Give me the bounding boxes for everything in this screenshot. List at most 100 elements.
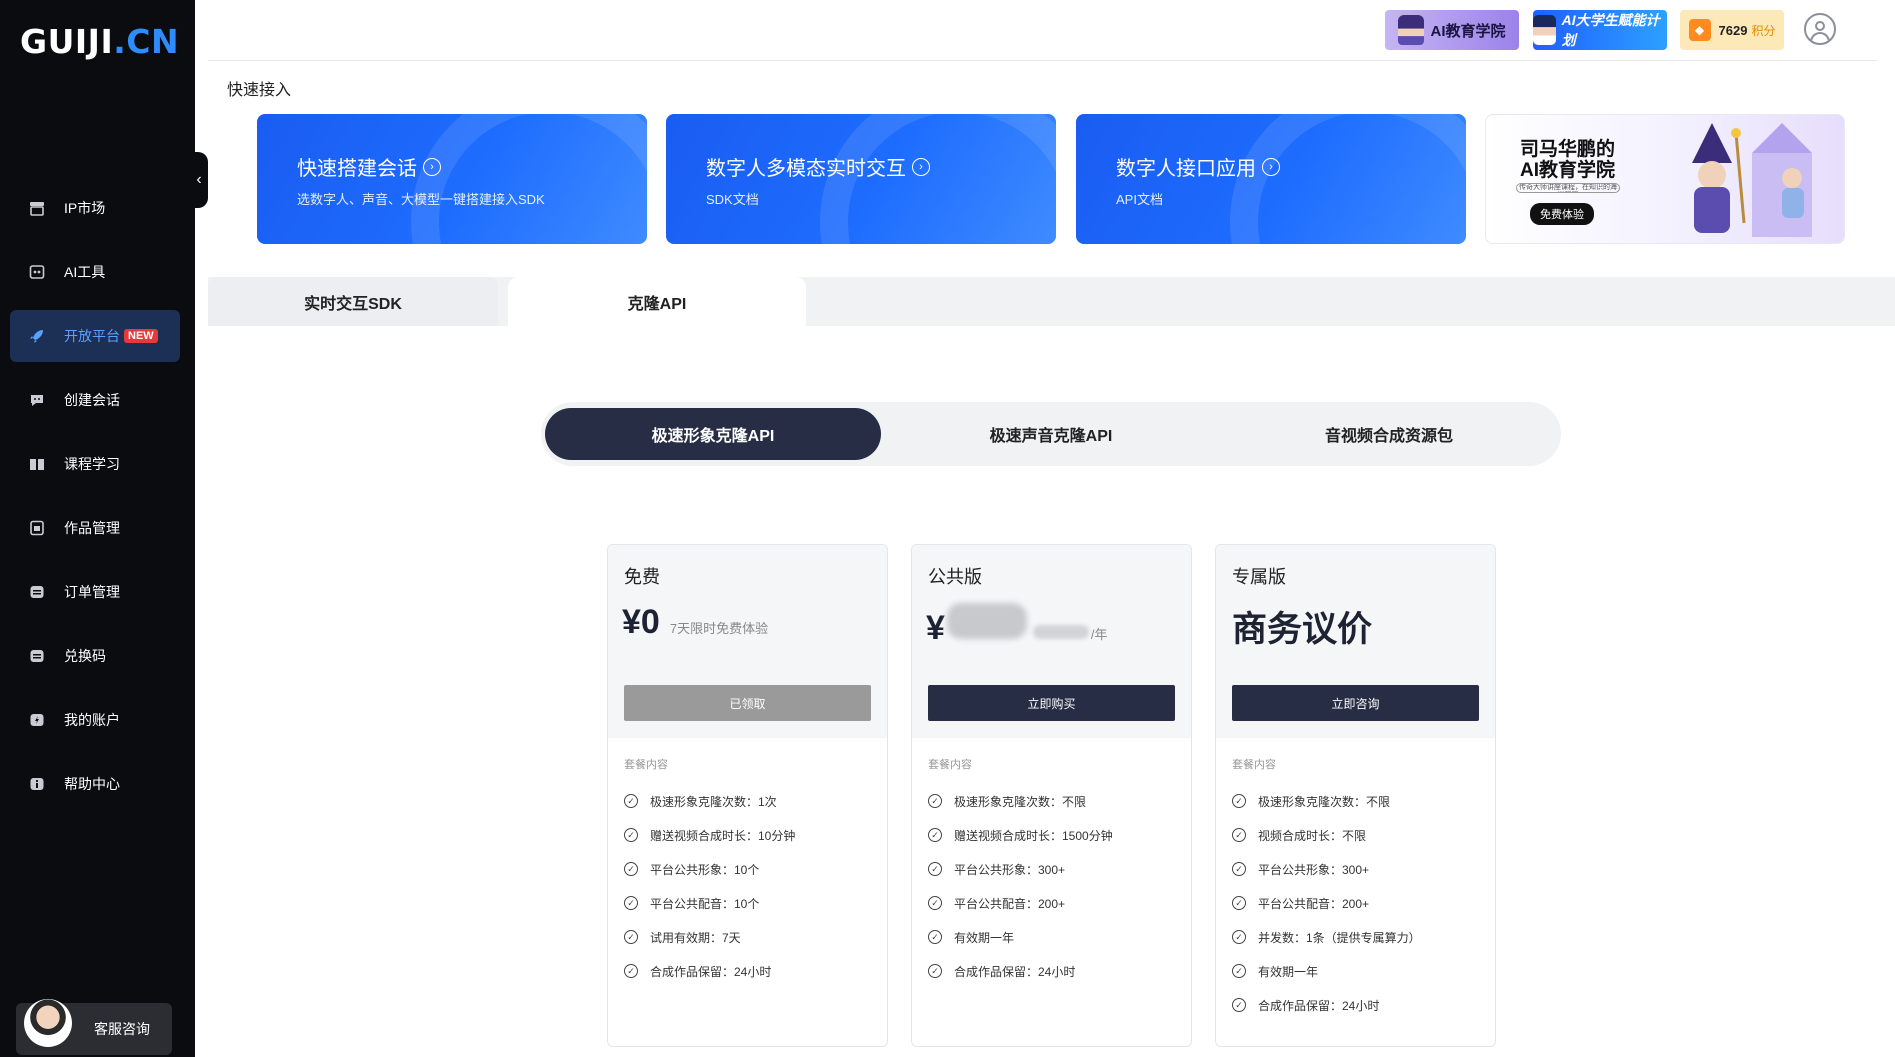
promo-subtitle: 传奇大师讲座课程，在知识的海洋翱翔 <box>1516 183 1620 193</box>
multimodal-interaction-card[interactable]: 数字人多模态实时交互 › SDK文档 <box>666 114 1056 244</box>
plan-name: 免费 <box>624 567 660 587</box>
new-badge: NEW <box>124 329 158 343</box>
points-unit: 积分 <box>1751 23 1776 38</box>
diamond-icon: ◆ <box>1688 19 1711 41</box>
list-item: ✓ 平台公共配音：200+ <box>928 886 1191 920</box>
consult-now-button[interactable]: 立即咨询 <box>1232 685 1479 721</box>
plan-name: 专属版 <box>1232 567 1286 587</box>
plan-card-free: 免费 ¥0 7天限时免费体验 已领取 套餐内容 ✓ 极速形象克隆次数：1次 ✓ 赠送… <box>607 544 888 1047</box>
list-item: ✓ 有效期一年 <box>1232 954 1495 988</box>
sidebar-item-orders[interactable]: 订单管理 <box>10 566 180 618</box>
sidebar-item-label: 作品管理 <box>64 520 120 536</box>
buy-now-button[interactable]: 立即购买 <box>928 685 1175 721</box>
card-title: 数字人多模态实时交互 <box>706 158 906 180</box>
sidebar-item-my-account[interactable]: 我的账户 <box>10 694 180 746</box>
sidebar-item-help-center[interactable]: 帮助中心 <box>10 758 180 810</box>
user-avatar-icon[interactable] <box>1804 13 1836 45</box>
segment-fast-voice-clone[interactable]: 极速声音克隆API <box>883 408 1219 460</box>
ticket-icon <box>28 647 46 665</box>
check-circle-icon: ✓ <box>1232 998 1246 1012</box>
sidebar-item-create-session[interactable]: 创建会话 <box>10 374 180 426</box>
feature-text: 平台公共形象：300+ <box>954 862 1066 877</box>
blurred-price-detail <box>1032 625 1089 639</box>
feature-text: 极速形象克隆次数：不限 <box>1258 794 1391 809</box>
list-item: ✓ 合成作品保留：24小时 <box>1232 988 1495 1022</box>
header-divider <box>208 60 1877 61</box>
guiji-logo[interactable]: GUIJI.CN <box>20 22 179 61</box>
list-item: ✓ 有效期一年 <box>928 920 1191 954</box>
sidebar-item-works[interactable]: 作品管理 <box>10 502 180 554</box>
sidebar-item-label: 我的账户 <box>64 712 120 728</box>
ai-academy-banner-button[interactable]: AI教育学院 <box>1385 10 1519 50</box>
segment-av-synthesis-pack[interactable]: 音视频合成资源包 <box>1221 408 1557 460</box>
ai-student-program-button[interactable]: AI大学生赋能计划 <box>1533 10 1667 50</box>
sidebar-item-ip-market[interactable]: IP市场 <box>10 182 180 234</box>
quick-access-title: 快速接入 <box>227 82 292 99</box>
ai-student-program-label: AI大学生赋能计划 <box>1561 12 1660 48</box>
list-item: ✓ 平台公共形象：10个 <box>624 852 887 886</box>
sidebar-item-courses[interactable]: 课程学习 <box>10 438 180 490</box>
check-circle-icon: ✓ <box>1232 964 1246 978</box>
card-subtitle: 选数字人、声音、大模型一键搭建接入SDK <box>297 192 545 207</box>
points-value: 7629 <box>1718 22 1748 38</box>
card-title: 快速搭建会话 <box>297 158 417 180</box>
ai-academy-label: AI教育学院 <box>1430 22 1506 40</box>
card-subtitle: SDK文档 <box>706 192 759 207</box>
promo-title: 司马华鹏的 AI教育学院 <box>1520 139 1615 181</box>
plan-price-note: 7天限时免费体验 <box>669 621 769 636</box>
check-circle-icon: ✓ <box>928 794 942 808</box>
digital-human-api-card[interactable]: 数字人接口应用 › API文档 <box>1076 114 1466 244</box>
plan-card-exclusive: 专属版 商务议价 立即咨询 套餐内容 ✓ 极速形象克隆次数：不限 ✓ 视频合成时长：… <box>1215 544 1496 1047</box>
free-trial-button[interactable]: 免费体验 <box>1530 203 1594 225</box>
order-icon <box>28 583 46 601</box>
chevron-left-icon: ‹ <box>196 171 202 188</box>
book-icon <box>28 455 46 473</box>
card-title: 数字人接口应用 <box>1116 158 1256 180</box>
check-circle-icon: ✓ <box>624 896 638 910</box>
segment-fast-avatar-clone[interactable]: 极速形象克隆API <box>545 408 881 460</box>
claimed-button[interactable]: 已领取 <box>624 685 871 721</box>
plan-feature-list: 套餐内容 ✓ 极速形象克隆次数：不限 ✓ 视频合成时长：不限 ✓ 平台公共形象：300… <box>1216 738 1495 1022</box>
plan-feature-list: 套餐内容 ✓ 极速形象克隆次数：1次 ✓ 赠送视频合成时长：10分钟 ✓ 平台公共形象… <box>608 738 887 988</box>
list-item: ✓ 视频合成时长：不限 <box>1232 818 1495 852</box>
feature-text: 赠送视频合成时长：1500分钟 <box>954 828 1113 843</box>
check-circle-icon: ✓ <box>928 964 942 978</box>
check-circle-icon: ✓ <box>624 862 638 876</box>
check-circle-icon: ✓ <box>624 828 638 842</box>
info-icon <box>28 775 46 793</box>
arrow-right-circle-icon: › <box>1262 157 1280 176</box>
points-balance-button[interactable]: ◆ 7629 积分 <box>1680 10 1784 50</box>
student-icon <box>1533 15 1556 45</box>
sidebar-item-label: 创建会话 <box>64 392 120 408</box>
check-circle-icon: ✓ <box>928 896 942 910</box>
plan-contents-title: 套餐内容 <box>928 759 972 771</box>
feature-text: 极速形象克隆次数：不限 <box>954 794 1087 809</box>
promo-title-line1: 司马华鹏的 <box>1520 139 1616 160</box>
ai-academy-promo-banner[interactable]: 司马华鹏的 AI教育学院 传奇大师讲座课程，在知识的海洋翱翔 免费体验 <box>1485 114 1845 244</box>
feature-text: 平台公共配音：200+ <box>954 896 1066 911</box>
arrow-right-circle-icon: › <box>912 157 930 176</box>
feature-text: 赠送视频合成时长：10分钟 <box>650 828 796 843</box>
avatar-head <box>1815 21 1825 31</box>
feature-text: 并发数：1条（提供专属算力） <box>1258 930 1421 945</box>
feature-text: 平台公共配音：10个 <box>650 896 760 911</box>
sidebar-item-open-platform[interactable]: 开放平台 NEW <box>10 310 180 362</box>
robot-icon <box>28 263 46 281</box>
list-item: ✓ 极速形象克隆次数：不限 <box>928 784 1191 818</box>
quick-build-session-card[interactable]: 快速搭建会话 › 选数字人、声音、大模型一键搭建接入SDK <box>257 114 647 244</box>
check-circle-icon: ✓ <box>624 794 638 808</box>
sidebar-item-ai-tools[interactable]: AI工具 <box>10 246 180 298</box>
list-item: ✓ 并发数：1条（提供专属算力） <box>1232 920 1495 954</box>
sidebar-collapse-button[interactable]: ‹ <box>190 152 208 208</box>
sidebar-item-redeem-code[interactable]: 兑换码 <box>10 630 180 682</box>
tab-clone-api[interactable]: 克隆API <box>508 277 806 326</box>
sidebar-item-label: 帮助中心 <box>64 776 120 792</box>
feature-text: 平台公共形象：10个 <box>650 862 760 877</box>
plan-contents-title: 套餐内容 <box>624 759 668 771</box>
tab-realtime-sdk[interactable]: 实时交互SDK <box>208 277 498 326</box>
service-agent-avatar <box>24 999 72 1047</box>
check-circle-icon: ✓ <box>928 862 942 876</box>
customer-service-button[interactable]: 客服咨询 <box>16 999 172 1055</box>
price-value: 0 <box>640 603 660 641</box>
logo-suffix-text: .CN <box>113 22 180 61</box>
